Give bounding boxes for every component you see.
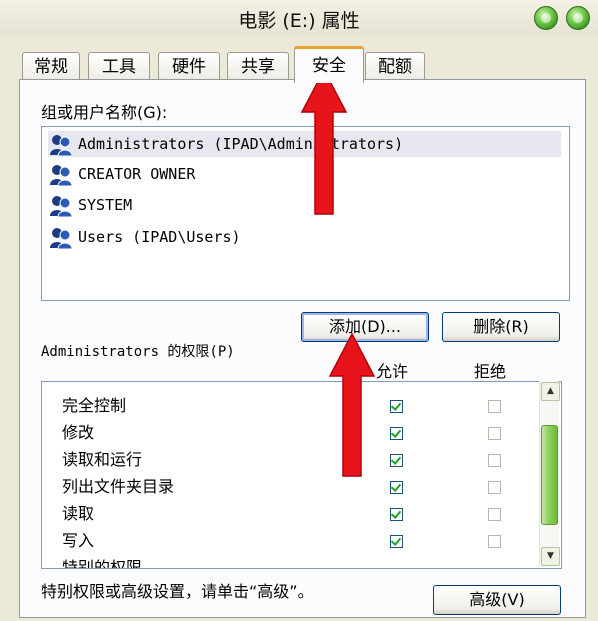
deny-checkbox[interactable]: [488, 400, 501, 413]
title-bar[interactable]: 电影 (E:) 属性: [0, 0, 598, 36]
list-item-system[interactable]: SYSTEM: [48, 192, 132, 218]
advanced-button[interactable]: 高级(V): [433, 585, 561, 615]
tab-general[interactable]: 常规: [22, 52, 80, 81]
list-item-label: Administrators (IPAD\Administrators): [78, 135, 404, 153]
list-item-creator-owner[interactable]: CREATOR OWNER: [48, 161, 195, 187]
tab-tools[interactable]: 工具: [88, 52, 150, 81]
window-title: 电影 (E:) 属性: [238, 10, 360, 32]
red-arrow-up-icon: [300, 68, 348, 215]
allow-checkbox[interactable]: [390, 400, 403, 413]
user-group-icon: [50, 134, 73, 156]
permission-row: 完全控制: [62, 396, 127, 415]
list-item-label: SYSTEM: [78, 196, 133, 214]
red-arrow-up-icon: [328, 332, 376, 477]
list-item-users[interactable]: Users (IPAD\Users): [48, 224, 241, 250]
permission-row: 读取和运行: [62, 450, 143, 469]
scroll-up-icon[interactable]: ▲: [541, 382, 560, 401]
permissions-list: 完全控制 修改 读取和运行 列出文件夹目录 读取 写入 特别的权限: [41, 381, 562, 569]
permission-row: 特别的权限: [62, 558, 143, 569]
permission-row: 修改: [62, 423, 95, 442]
allow-checkbox[interactable]: [390, 481, 403, 494]
permissions-label: Administrators 的权限(P): [41, 344, 235, 360]
deny-checkbox[interactable]: [488, 481, 501, 494]
permission-row: 读取: [62, 504, 95, 523]
scroll-down-icon[interactable]: ▼: [541, 547, 560, 566]
allow-checkbox[interactable]: [390, 427, 403, 440]
scroll-thumb[interactable]: [541, 425, 558, 525]
deny-checkbox[interactable]: [488, 508, 501, 521]
allow-checkbox[interactable]: [390, 508, 403, 521]
deny-checkbox[interactable]: [488, 454, 501, 467]
allow-header: 允许: [376, 362, 409, 381]
allow-checkbox[interactable]: [390, 535, 403, 548]
tab-hardware[interactable]: 硬件: [158, 52, 220, 81]
properties-window: 电影 (E:) 属性 常规 工具 硬件 共享 安全 配额 组或用户名称(G): …: [0, 0, 598, 621]
remove-button[interactable]: 删除(R): [442, 312, 560, 342]
deny-header: 拒绝: [474, 362, 507, 381]
list-item-label: CREATOR OWNER: [78, 165, 196, 183]
user-group-icon: [50, 164, 73, 186]
permission-row: 写入: [62, 531, 95, 550]
groups-label: 组或用户名称(G):: [41, 103, 168, 122]
permissions-scrollbar[interactable]: ▲ ▼: [539, 381, 560, 567]
list-item-label: Users (IPAD\Users): [78, 228, 241, 246]
close-icon[interactable]: [566, 6, 590, 30]
deny-checkbox[interactable]: [488, 535, 501, 548]
advanced-note: 特别权限或高级设置，请单击“高级”。: [41, 582, 314, 601]
tab-quota[interactable]: 配额: [365, 52, 425, 81]
user-group-icon: [50, 195, 73, 217]
deny-checkbox[interactable]: [488, 427, 501, 440]
permission-row: 列出文件夹目录: [62, 477, 175, 496]
allow-checkbox[interactable]: [390, 454, 403, 467]
tab-security[interactable]: 安全: [294, 46, 364, 83]
help-icon[interactable]: [534, 6, 558, 30]
user-group-icon: [50, 227, 73, 249]
tab-sharing[interactable]: 共享: [227, 52, 289, 81]
